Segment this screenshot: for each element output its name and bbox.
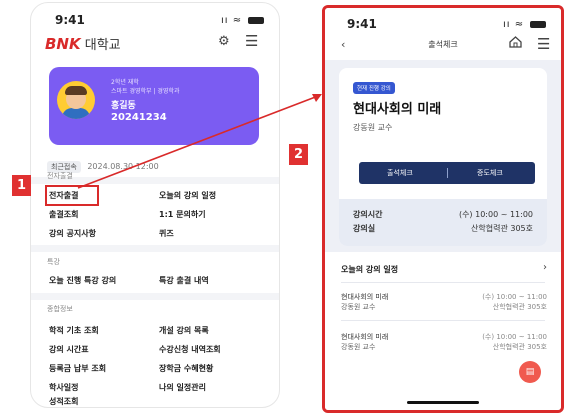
- student-name: 홍길동: [111, 101, 136, 111]
- menu-item-special-attendance[interactable]: 특강 출결 내역: [159, 275, 209, 286]
- lecture-info-panel: 강의시간 (수) 10:00 ~ 11:00 강의실 산학협력관 305호: [339, 199, 547, 246]
- menu-item-quiz[interactable]: 퀴즈: [159, 228, 174, 239]
- lecture-name: 현대사회의 미래: [353, 102, 442, 117]
- battery-icon: [530, 20, 547, 28]
- menu-item-my-schedule[interactable]: 나의 일정관리: [159, 382, 206, 393]
- attendance-check-screen: 9:41 ıı ≈ ‹ 출석체크 ☰ 현재 진행 강의 현대사회의 미래 강동원…: [322, 5, 564, 413]
- home-indicator: [407, 401, 479, 404]
- schedule-item-time: (수) 10:00 ~ 11:00: [482, 293, 547, 301]
- attend-check-button[interactable]: 출석체크: [387, 168, 413, 178]
- page-title: 출석체크: [428, 40, 458, 49]
- menu-item-timetable[interactable]: 강의 시간표: [49, 344, 89, 355]
- step-label-1: 1: [12, 175, 31, 196]
- menu-item-course-list[interactable]: 개설 강의 목록: [159, 325, 209, 336]
- section-divider: [31, 245, 279, 252]
- menu-hamburger-icon[interactable]: ☰: [537, 35, 550, 53]
- avatar: [57, 81, 95, 119]
- student-profile-card[interactable]: 2학년 재학 스마트 경영학부 | 경영학과 홍길동 20241234: [49, 67, 259, 145]
- schedule-item-name[interactable]: 현대사회의 미래: [341, 292, 388, 302]
- current-lecture-card: 현재 진행 강의 현대사회의 미래 강동원 교수 출석체크 증도체크 강의시간 …: [339, 68, 547, 246]
- today-schedule-section: 오늘의 강의 일정 › 현대사회의 미래 강동원 교수 (수) 10:00 ~ …: [325, 252, 561, 410]
- app-logo: BNK 대학교: [45, 35, 121, 53]
- schedule-item-professor: 강동원 교수: [341, 303, 376, 311]
- section-title-attendance: 전자출결: [47, 172, 73, 180]
- signal-icon: ıı: [221, 15, 229, 26]
- lecture-room-value: 산학협력관 305호: [471, 224, 533, 233]
- signal-icon: ıı: [503, 19, 511, 30]
- list-icon: ▤: [525, 367, 535, 377]
- lecture-time-label: 강의시간: [353, 210, 383, 219]
- attendance-button-bar: 출석체크 증도체크: [359, 162, 535, 184]
- menu-item-scholarship[interactable]: 장학금 수혜현황: [159, 363, 213, 374]
- divider: [341, 282, 545, 283]
- student-major: 스마트 경영학부 | 경영학과: [111, 88, 180, 95]
- lecture-professor: 강동원 교수: [353, 123, 393, 132]
- menu-item-today-special-lecture[interactable]: 오늘 진행 특강 강의: [49, 275, 116, 286]
- wifi-icon: ≈: [514, 19, 525, 30]
- current-lecture-tag: 현재 진행 강의: [353, 82, 395, 94]
- section-divider: [31, 293, 279, 300]
- step-label-2: 2: [289, 144, 308, 165]
- status-time: 9:41: [347, 17, 377, 31]
- schedule-item-professor: 강동원 교수: [341, 343, 376, 351]
- menu-item-academic-calendar[interactable]: 학사일정: [49, 382, 78, 393]
- lecture-time-value: (수) 10:00 ~ 11:00: [458, 210, 533, 219]
- section-title-special-lecture: 특강: [47, 258, 60, 266]
- verify-check-button[interactable]: 증도체크: [477, 168, 503, 178]
- divider: [341, 320, 545, 321]
- home-icon[interactable]: [509, 36, 522, 48]
- menu-item-enrollment-history[interactable]: 수강신청 내역조회: [159, 344, 221, 355]
- home-screen: 9:41 ıı ≈ BNK 대학교 ⚙ ☰ 2학년 재학 스마트 경영학부 | …: [30, 2, 280, 408]
- menu-item-grades[interactable]: 성적조회: [49, 396, 78, 407]
- button-separator: [447, 168, 448, 178]
- schedule-item-room: 산학협력관 305호: [492, 303, 547, 311]
- menu-item-notices[interactable]: 강의 공지사항: [49, 228, 96, 239]
- settings-gear-icon[interactable]: ⚙: [218, 34, 230, 49]
- last-login-time: 2024.08.30 12:00: [87, 162, 159, 171]
- menu-hamburger-icon[interactable]: ☰: [245, 32, 258, 50]
- wifi-icon: ≈: [232, 15, 243, 26]
- chevron-right-icon[interactable]: ›: [543, 262, 547, 273]
- section-title-general-info: 종합정보: [47, 305, 73, 313]
- lecture-room-label: 강의실: [353, 224, 376, 233]
- student-id: 20241234: [111, 112, 167, 123]
- menu-item-tuition[interactable]: 등록금 납부 조회: [49, 363, 106, 374]
- status-icons: ıı ≈: [503, 19, 547, 30]
- today-schedule-header[interactable]: 오늘의 강의 일정: [341, 264, 398, 275]
- schedule-item-name[interactable]: 현대사회의 미래: [341, 332, 388, 342]
- menu-item-attendance-lookup[interactable]: 출결조회: [49, 209, 78, 220]
- battery-icon: [248, 16, 265, 24]
- menu-item-inquiry[interactable]: 1:1 문의하기: [159, 209, 206, 220]
- menu-item-academic-record[interactable]: 학적 기초 조회: [49, 325, 99, 336]
- top-bar: [325, 8, 561, 60]
- floating-action-button[interactable]: ▤: [519, 361, 541, 383]
- menu-item-today-schedule[interactable]: 오늘의 강의 일정: [159, 190, 216, 201]
- student-grade: 2학년 재학: [111, 79, 139, 86]
- status-time: 9:41: [55, 13, 85, 27]
- status-icons: ıı ≈: [221, 15, 265, 26]
- schedule-item-room: 산학협력관 305호: [492, 343, 547, 351]
- schedule-item-time: (수) 10:00 ~ 11:00: [482, 333, 547, 341]
- menu-item-attendance[interactable]: 전자출결: [49, 190, 78, 201]
